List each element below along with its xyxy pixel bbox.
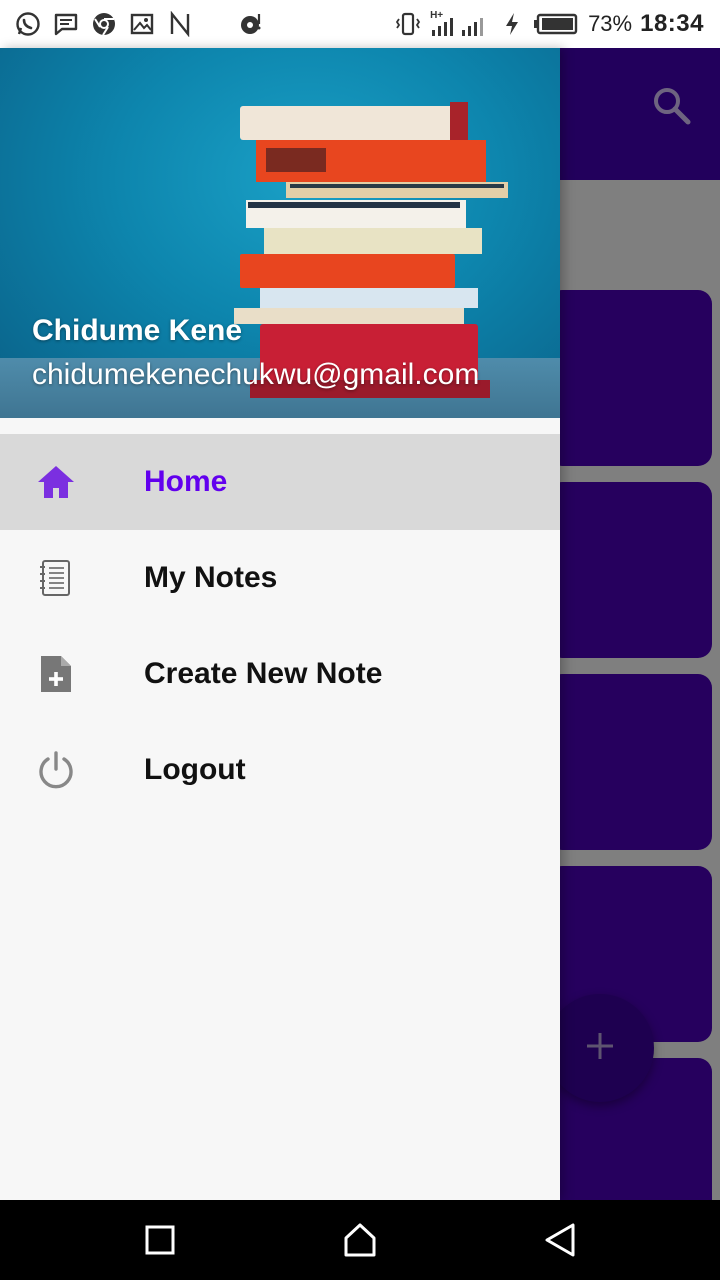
add-note-fab[interactable] [546, 994, 654, 1102]
n-icon [166, 10, 194, 38]
menu-label-home: Home [144, 465, 228, 498]
menu-item-home[interactable]: Home [0, 434, 560, 530]
note-add-icon [36, 654, 76, 694]
clock: 18:34 [640, 10, 704, 37]
menu-item-logout[interactable]: Logout [0, 722, 560, 818]
charging-icon [498, 10, 526, 38]
system-status: H+ 73% 18:34 [394, 10, 720, 38]
gallery-icon [128, 10, 156, 38]
chrome-icon [90, 10, 118, 38]
navigation-drawer: Chidume Kene chidumekenechukwu@gmail.com… [0, 48, 560, 1200]
power-icon [36, 750, 76, 790]
battery-icon [534, 10, 580, 38]
vibrate-icon [394, 10, 422, 38]
notebook-icon [36, 558, 76, 598]
drawer-menu: Home My Notes Create New Note Logout [0, 434, 560, 818]
plus-icon [583, 1029, 617, 1068]
note-card[interactable] [548, 482, 712, 658]
note-card[interactable] [548, 290, 712, 466]
menu-label-my-notes: My Notes [144, 561, 278, 594]
home-nav-icon[interactable] [340, 1220, 380, 1260]
user-name: Chidume Kene [32, 314, 243, 347]
search-icon[interactable] [650, 84, 694, 128]
music-icon [238, 10, 266, 38]
signal-icon: H+ [430, 10, 490, 38]
battery-percent: 73% [588, 11, 633, 36]
menu-label-logout: Logout [144, 753, 246, 786]
whatsapp-icon [14, 10, 42, 38]
back-icon[interactable] [540, 1220, 580, 1260]
menu-item-create-new-note[interactable]: Create New Note [0, 626, 560, 722]
user-email: chidumekenechukwu@gmail.com [32, 358, 480, 391]
notification-icons [0, 10, 266, 38]
system-nav-bar [0, 1200, 720, 1280]
message-icon [52, 10, 80, 38]
home-icon [36, 462, 76, 502]
menu-label-create-new-note: Create New Note [144, 657, 383, 690]
drawer-header: Chidume Kene chidumekenechukwu@gmail.com [0, 48, 560, 418]
recents-icon[interactable] [140, 1220, 180, 1260]
network-type-label: H+ [430, 10, 444, 21]
note-card[interactable] [548, 674, 712, 850]
status-bar: H+ 73% 18:34 [0, 0, 720, 48]
menu-item-my-notes[interactable]: My Notes [0, 530, 560, 626]
